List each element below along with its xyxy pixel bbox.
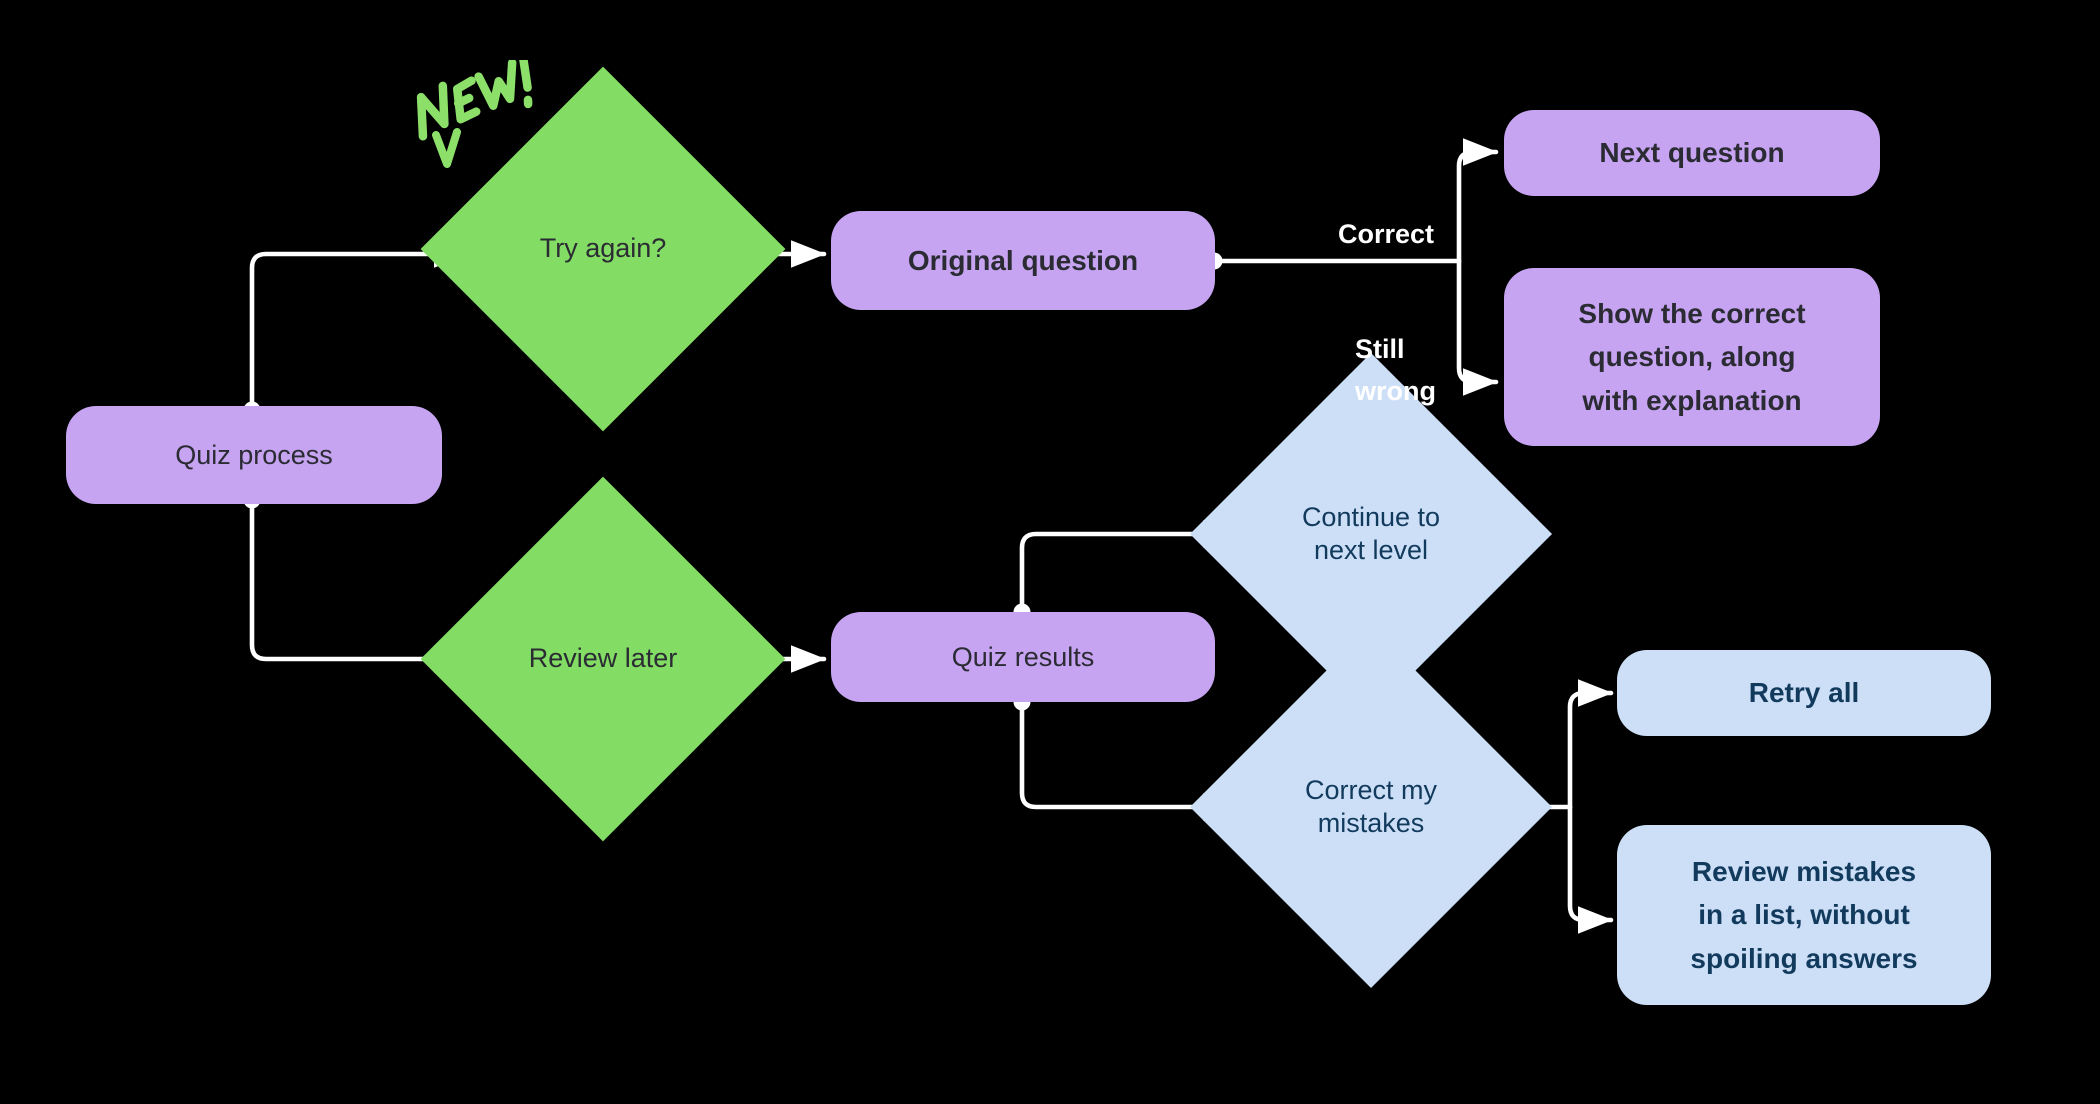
node-review-mistakes[interactable]: Review mistakes in a list, without spoil…	[1617, 825, 1991, 1005]
node-review-mistakes-label: Review mistakes in a list, without spoil…	[1690, 855, 1918, 974]
node-quiz-process-label: Quiz process	[175, 439, 333, 470]
node-original-question[interactable]: Original question	[831, 211, 1215, 310]
node-quiz-results-label: Quiz results	[951, 641, 1095, 672]
node-review-later-label: Review later	[528, 643, 678, 674]
node-continue-next-level[interactable]: Continue to next level	[1189, 352, 1553, 716]
edge-label-correct: Correct	[1338, 172, 1434, 256]
node-continue-next-level-label: Continue to next level	[1301, 501, 1441, 565]
node-review-later[interactable]: Review later	[420, 476, 786, 842]
node-correct-my-mistakes[interactable]: Correct my mistakes	[1189, 625, 1553, 989]
edge-quiz-process-to-try-again	[249, 240, 470, 413]
edge-quiz-process-to-review-later	[249, 497, 470, 673]
node-retry-all[interactable]: Retry all	[1617, 650, 1991, 736]
edge-correct-mistakes-to-review-mistakes	[1567, 804, 1614, 934]
edge-label-still-wrong: Still wrong	[1355, 287, 1436, 413]
flowchart-canvas: Quiz process Try again? Review later Ori…	[0, 0, 2100, 1104]
new-annotation-icon	[416, 53, 533, 168]
node-quiz-results[interactable]: Quiz results	[831, 612, 1215, 702]
edge-correct-mistakes-to-retry-all	[1567, 679, 1614, 810]
node-original-question-label: Original question	[907, 244, 1139, 276]
node-next-question[interactable]: Next question	[1504, 110, 1880, 196]
edge-label-correct-text: Correct	[1338, 218, 1435, 249]
node-show-correct-question[interactable]: Show the correct question, along with ex…	[1504, 268, 1880, 446]
node-correct-my-mistakes-label: Correct my mistakes	[1304, 774, 1437, 838]
edge-original-question-to-next-question	[1456, 138, 1499, 264]
node-next-question-label: Next question	[1599, 137, 1785, 168]
node-quiz-process[interactable]: Quiz process	[66, 406, 442, 504]
node-show-correct-question-label: Show the correct question, along with ex…	[1578, 297, 1806, 416]
node-retry-all-label: Retry all	[1748, 677, 1860, 708]
edge-original-question-to-show-correct	[1456, 258, 1499, 396]
new-annotation	[395, 53, 575, 180]
edge-label-still-wrong-text: Still wrong	[1355, 333, 1436, 406]
